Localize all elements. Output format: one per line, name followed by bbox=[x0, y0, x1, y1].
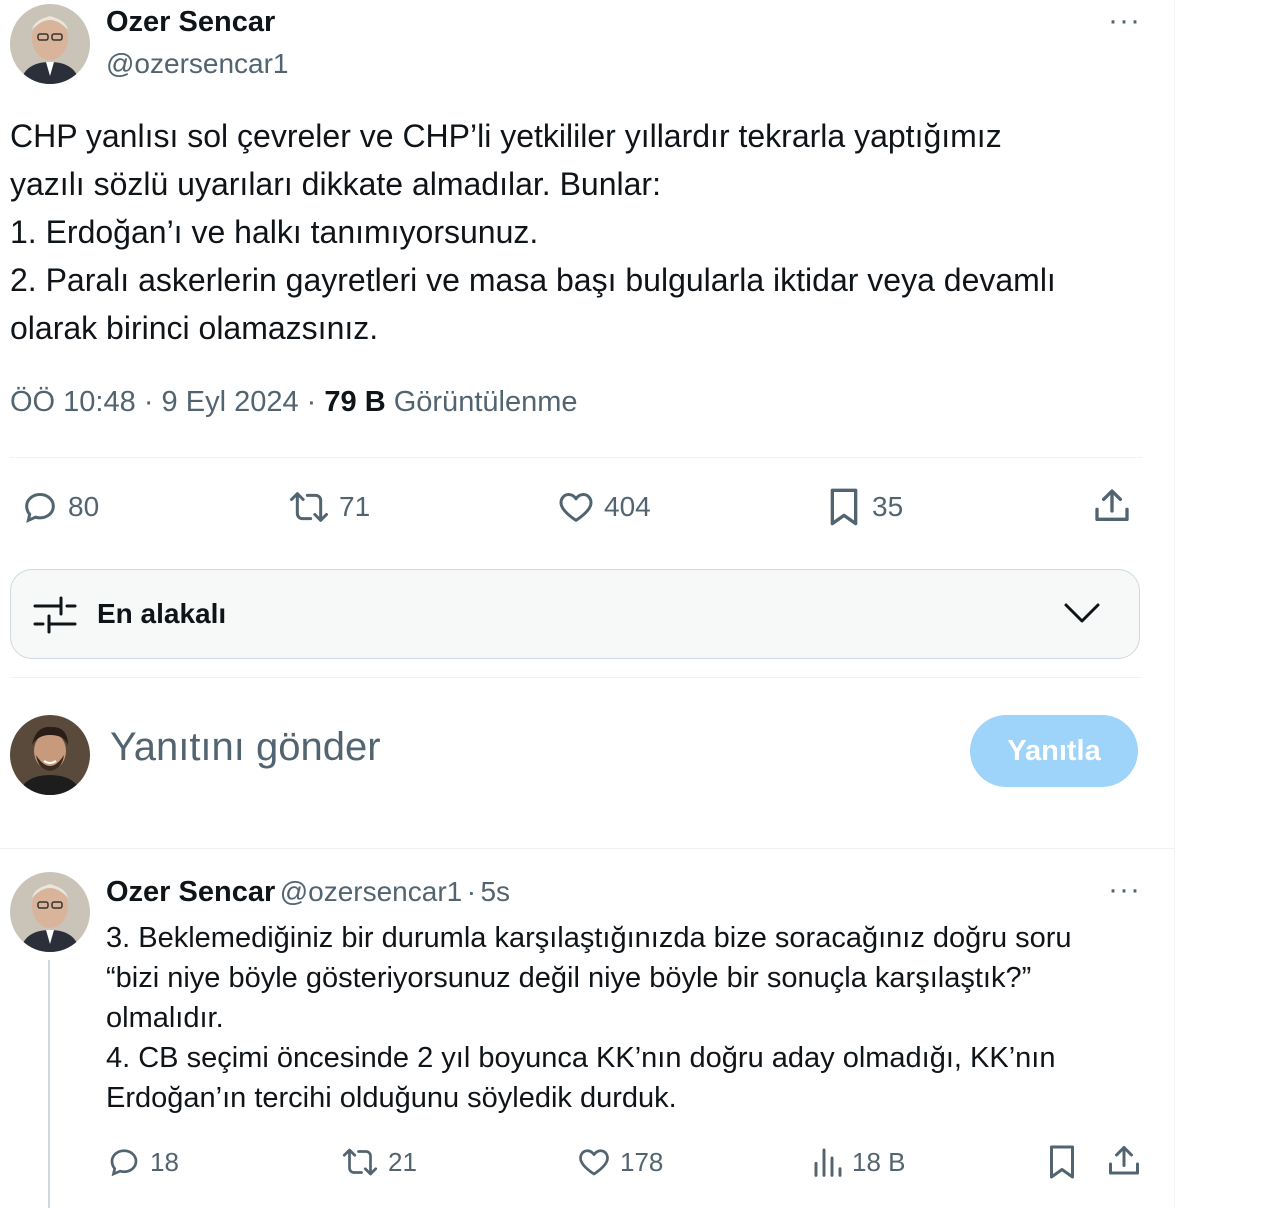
retweet-button[interactable]: 71 bbox=[287, 487, 370, 527]
tweet-text-line: olarak birinci olamazsınız. bbox=[10, 310, 379, 346]
like-count: 404 bbox=[604, 491, 651, 522]
current-user-avatar[interactable] bbox=[10, 715, 90, 795]
reply-text-line: 3. Beklemediğiniz bir durumla karşılaştı… bbox=[106, 922, 1072, 954]
bookmark-icon bbox=[830, 488, 858, 526]
separator: · bbox=[466, 876, 477, 907]
author-avatar[interactable] bbox=[10, 4, 90, 84]
filter-sliders-icon bbox=[33, 596, 77, 634]
separator: · bbox=[143, 386, 154, 418]
tweet-text: CHP yanlısı sol çevreler ve CHP’li yetki… bbox=[10, 112, 1150, 352]
share-icon bbox=[1109, 1146, 1139, 1175]
reply-reply-button[interactable]: 18 bbox=[106, 1144, 179, 1180]
reply-text-line: “bizi niye böyle gösteriyorsunuz değil n… bbox=[106, 962, 1032, 994]
divider bbox=[0, 848, 1174, 849]
reply-text-line: Erdoğan’ın tercihi olduğunu söyledik dur… bbox=[106, 1082, 677, 1114]
reply-text: 3. Beklemediğiniz bir durumla karşılaştı… bbox=[106, 918, 1146, 1118]
reply-like-button[interactable]: 178 bbox=[576, 1144, 663, 1180]
reply-icon bbox=[25, 492, 55, 523]
heart-icon bbox=[579, 1149, 609, 1176]
retweet-count: 71 bbox=[339, 491, 371, 522]
author-handle[interactable]: @ozersencar1 bbox=[106, 48, 289, 80]
reply-share-button[interactable] bbox=[1106, 1143, 1142, 1179]
reply-author-handle[interactable]: @ozersencar1 bbox=[280, 876, 463, 907]
views-count: 79 B bbox=[324, 386, 386, 418]
author-name[interactable]: Ozer Sencar bbox=[106, 6, 275, 39]
reply-count: 80 bbox=[68, 491, 100, 522]
views-label: Görüntülenme bbox=[393, 386, 578, 418]
like-button[interactable]: 404 bbox=[556, 487, 651, 527]
reply-more-options-icon[interactable]: ··· bbox=[1108, 873, 1141, 907]
reply-submit-button[interactable]: Yanıtla bbox=[970, 715, 1138, 787]
heart-icon bbox=[559, 493, 593, 522]
reply-text-line: 4. CB seçimi öncesinde 2 yıl boyunca KK’… bbox=[106, 1042, 1056, 1074]
retweet-icon bbox=[342, 1148, 378, 1176]
views-chart-icon bbox=[814, 1148, 842, 1177]
reply-time[interactable]: 5s bbox=[480, 876, 510, 907]
separator: · bbox=[306, 386, 317, 418]
reply-retweet-count: 21 bbox=[388, 1146, 417, 1177]
reply-text-line: olmalıdır. bbox=[106, 1002, 224, 1034]
more-options-icon[interactable]: ··· bbox=[1108, 4, 1141, 38]
share-icon bbox=[1095, 489, 1129, 521]
tweet-time[interactable]: ÖÖ 10:48 bbox=[10, 386, 136, 418]
reply-retweet-button[interactable]: 21 bbox=[340, 1144, 417, 1180]
divider bbox=[10, 677, 1142, 678]
reply-sort-dropdown[interactable]: En alakalı bbox=[10, 569, 1140, 659]
thread-connector-line bbox=[48, 960, 50, 1208]
divider bbox=[10, 457, 1142, 458]
tweet-text-line: 2. Paralı askerlerin gayretleri ve masa … bbox=[10, 262, 1056, 298]
retweet-icon bbox=[290, 492, 328, 522]
tweet-text-line: 1. Erdoğan’ı ve halkı tanımıyorsunuz. bbox=[10, 214, 539, 250]
tweet-text-line: yazılı sözlü uyarıları dikkate almadılar… bbox=[10, 166, 661, 202]
sort-label: En alakalı bbox=[97, 598, 227, 629]
bookmark-icon bbox=[1050, 1145, 1074, 1179]
tweet-text-line: CHP yanlısı sol çevreler ve CHP’li yetki… bbox=[10, 118, 1002, 154]
reply-icon bbox=[110, 1149, 138, 1177]
column-border bbox=[1174, 0, 1175, 1208]
tweet-date[interactable]: 9 Eyl 2024 bbox=[162, 386, 299, 418]
post-detail-column: Ozer Sencar @ozersencar1 ··· CHP yanlısı… bbox=[0, 0, 1174, 1208]
reply-header: Ozer Sencar @ozersencar1 · 5s bbox=[106, 876, 510, 909]
bookmark-count: 35 bbox=[872, 491, 904, 522]
reply-like-count: 178 bbox=[620, 1146, 664, 1177]
reply-views-button[interactable]: 18 B bbox=[812, 1144, 906, 1180]
reply-reply-count: 18 bbox=[150, 1146, 179, 1177]
chevron-down-icon bbox=[1064, 603, 1100, 623]
reply-views-count: 18 B bbox=[852, 1146, 906, 1177]
reply-button[interactable]: 80 bbox=[20, 487, 99, 527]
reply-input[interactable]: Yanıtını gönder bbox=[110, 725, 381, 770]
tweet-meta: ÖÖ 10:48 · 9 Eyl 2024 · 79 B Görüntülenm… bbox=[10, 386, 578, 419]
share-button[interactable] bbox=[1092, 486, 1132, 526]
reply-author-avatar[interactable] bbox=[10, 872, 90, 952]
reply-author-name[interactable]: Ozer Sencar bbox=[106, 876, 275, 908]
bookmark-button[interactable]: 35 bbox=[824, 485, 903, 529]
reply-bookmark-button[interactable] bbox=[1044, 1142, 1080, 1182]
